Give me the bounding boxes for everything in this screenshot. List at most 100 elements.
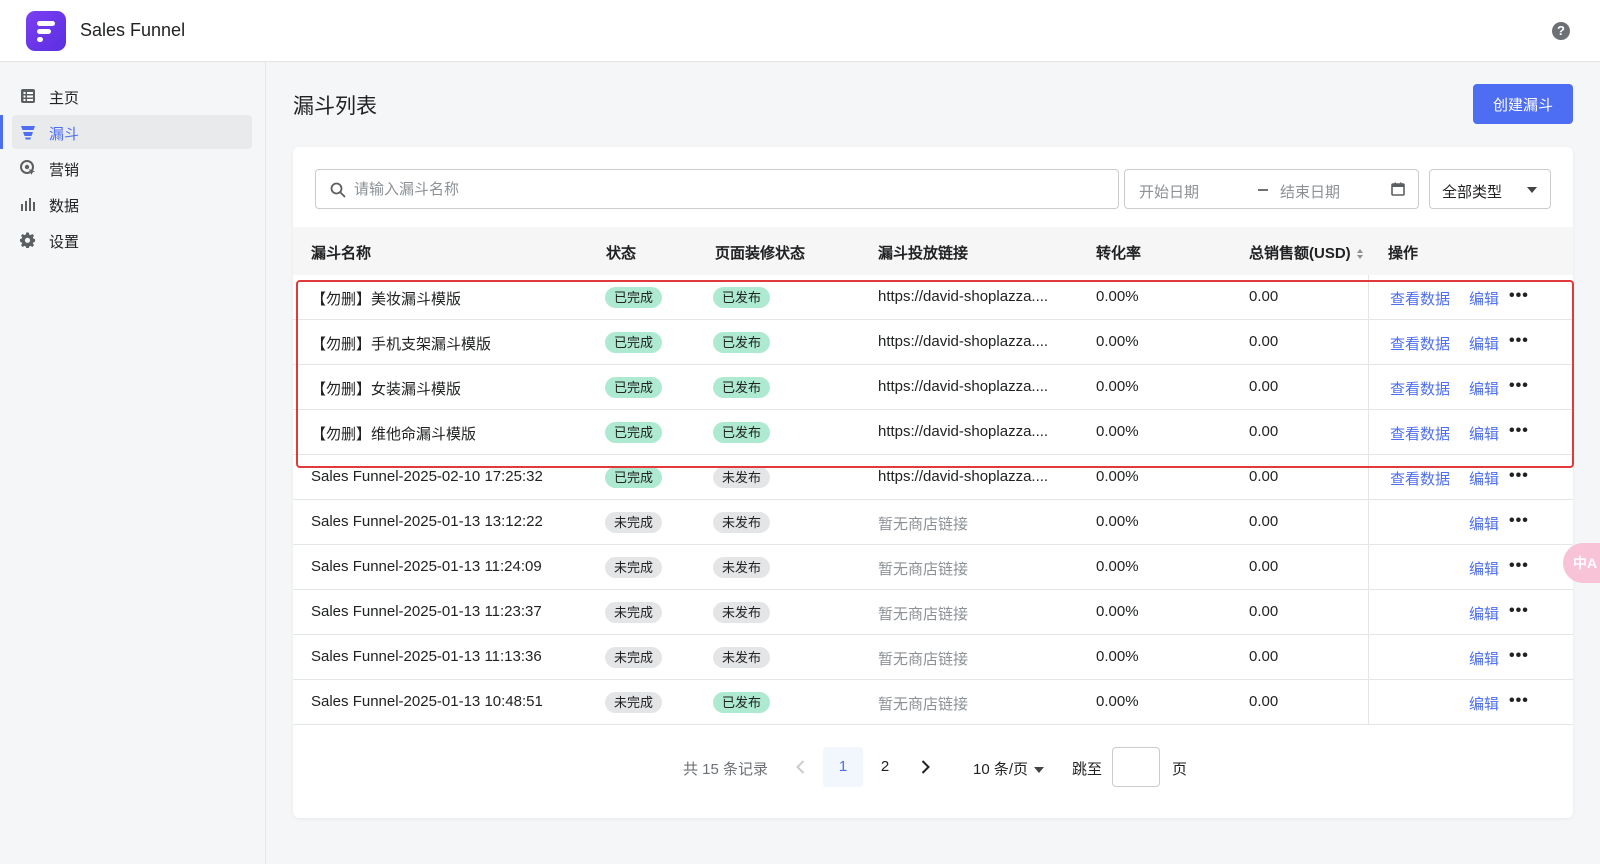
page-status-badge: 未发布	[713, 557, 771, 578]
edit-link[interactable]: 编辑	[1469, 513, 1499, 534]
column-header-page-status: 页面装修状态	[715, 245, 806, 262]
jump-page-input[interactable]	[1112, 747, 1160, 787]
end-date-input[interactable]: 结束日期	[1280, 181, 1340, 202]
status-badge: 未完成	[605, 602, 663, 623]
actions-divider	[1368, 590, 1369, 635]
more-icon[interactable]: •••	[1509, 648, 1529, 664]
page-status-badge: 已发布	[713, 332, 771, 353]
actions-divider	[1368, 320, 1369, 365]
edit-link[interactable]: 编辑	[1469, 423, 1499, 444]
view-data-link[interactable]: 查看数据	[1390, 423, 1450, 444]
column-header-sales-label: 总销售额(USD)	[1249, 245, 1351, 262]
funnel-link[interactable]: https://david-shoplazza....	[878, 288, 1048, 305]
funnel-link[interactable]: https://david-shoplazza....	[878, 468, 1048, 485]
funnel-link[interactable]: https://david-shoplazza....	[878, 333, 1048, 350]
page-status-badge: 未发布	[713, 647, 771, 668]
sidebar-item-settings[interactable]: 设置	[12, 223, 252, 257]
table-row: Sales Funnel-2025-01-13 11:23:37 未完成 未发布 暂无…	[293, 590, 1573, 635]
more-icon[interactable]: •••	[1509, 603, 1529, 619]
edit-link[interactable]: 编辑	[1469, 603, 1499, 624]
type-filter-value: 全部类型	[1442, 184, 1503, 201]
more-icon[interactable]: •••	[1509, 288, 1529, 304]
edit-link[interactable]: 编辑	[1469, 558, 1499, 579]
page-status-badge: 已发布	[713, 692, 771, 713]
actions-divider	[1368, 545, 1369, 590]
conversion-rate: 0.00%	[1096, 423, 1139, 440]
edit-link[interactable]: 编辑	[1469, 288, 1499, 309]
actions-divider	[1368, 365, 1369, 410]
question-circle-icon[interactable]: ?	[1552, 22, 1570, 40]
start-date-input[interactable]: 开始日期	[1139, 181, 1199, 202]
sidebar: 主页 漏斗 营销 数据 设置	[0, 62, 266, 864]
more-icon[interactable]: •••	[1509, 558, 1529, 574]
funnel-link[interactable]: https://david-shoplazza....	[878, 423, 1048, 440]
search-input[interactable]	[354, 170, 1104, 208]
page-button-1[interactable]: 1	[823, 747, 863, 787]
funnel-link[interactable]: https://david-shoplazza....	[878, 378, 1048, 395]
translate-icon[interactable]: 中A	[1563, 543, 1600, 583]
top-bar: Sales Funnel ?	[0, 0, 1600, 62]
date-separator	[1258, 189, 1268, 191]
table-header: 漏斗名称 状态 页面装修状态 漏斗投放链接 转化率 总销售额(USD) 操作	[293, 227, 1573, 275]
page-title: 漏斗列表	[293, 95, 377, 118]
view-data-link[interactable]: 查看数据	[1390, 468, 1450, 489]
page-status-badge: 未发布	[713, 602, 771, 623]
status-badge: 未完成	[605, 647, 663, 668]
chevron-right-icon[interactable]	[915, 757, 935, 777]
sidebar-item-marketing[interactable]: 营销	[12, 151, 252, 185]
column-header-sales[interactable]: 总销售额(USD)	[1249, 242, 1364, 263]
status-badge: 已完成	[605, 467, 663, 488]
app-title: Sales Funnel	[80, 20, 186, 40]
status-badge: 已完成	[605, 422, 663, 443]
status-badge: 已完成	[605, 377, 663, 398]
sidebar-item-home[interactable]: 主页	[12, 79, 252, 113]
sort-icon[interactable]	[1356, 248, 1364, 260]
marketing-icon	[20, 160, 35, 175]
conversion-rate: 0.00%	[1096, 288, 1139, 305]
conversion-rate: 0.00%	[1096, 558, 1139, 575]
view-data-link[interactable]: 查看数据	[1390, 333, 1450, 354]
type-filter-select[interactable]: 全部类型	[1429, 169, 1551, 209]
funnel-name: Sales Funnel-2025-01-13 10:48:51	[311, 693, 543, 710]
more-icon[interactable]: •••	[1509, 468, 1529, 484]
sidebar-item-data[interactable]: 数据	[12, 187, 252, 221]
page-button-2[interactable]: 2	[865, 747, 905, 787]
translate-fab-text: 中A	[1573, 555, 1598, 571]
page-size-select[interactable]: 10 条/页	[973, 758, 1045, 779]
status-badge: 未完成	[605, 557, 663, 578]
edit-link[interactable]: 编辑	[1469, 333, 1499, 354]
total-sales: 0.00	[1249, 288, 1279, 305]
actions-divider	[1368, 680, 1369, 725]
sidebar-item-label: 设置	[49, 234, 80, 251]
column-header-link: 漏斗投放链接	[878, 245, 969, 262]
more-icon[interactable]: •••	[1509, 513, 1529, 529]
date-range-picker[interactable]: 开始日期 结束日期	[1124, 169, 1419, 209]
edit-link[interactable]: 编辑	[1469, 648, 1499, 669]
conversion-rate: 0.00%	[1096, 333, 1139, 350]
edit-link[interactable]: 编辑	[1469, 468, 1499, 489]
more-icon[interactable]: •••	[1509, 423, 1529, 439]
more-icon[interactable]: •••	[1509, 378, 1529, 394]
sidebar-item-label: 漏斗	[49, 126, 80, 143]
funnel-link: 暂无商店链接	[878, 696, 969, 713]
edit-link[interactable]: 编辑	[1469, 693, 1499, 714]
actions-divider	[1368, 500, 1369, 545]
create-funnel-button[interactable]: 创建漏斗	[1473, 84, 1573, 124]
funnel-name: 【勿删】美妆漏斗模版	[311, 291, 462, 308]
funnel-name: Sales Funnel-2025-01-13 11:13:36	[311, 648, 542, 665]
funnel-name: Sales Funnel-2025-01-13 13:12:22	[311, 513, 543, 530]
edit-link[interactable]: 编辑	[1469, 378, 1499, 399]
table-row: Sales Funnel-2025-01-13 11:13:36 未完成 未发布 暂无…	[293, 635, 1573, 680]
sidebar-item-label: 数据	[49, 198, 80, 215]
table-row: 【勿删】手机支架漏斗模版 已完成 已发布 https://david-shoplazz…	[293, 320, 1573, 365]
chevron-left-icon[interactable]	[791, 757, 811, 777]
sidebar-item-funnel[interactable]: 漏斗	[0, 115, 252, 149]
more-icon[interactable]: •••	[1509, 693, 1529, 709]
funnel-name: Sales Funnel-2025-02-10 17:25:32	[311, 468, 543, 485]
view-data-link[interactable]: 查看数据	[1390, 288, 1450, 309]
more-icon[interactable]: •••	[1509, 333, 1529, 349]
funnel-link: 暂无商店链接	[878, 606, 969, 623]
actions-divider	[1368, 275, 1369, 320]
chevron-down-icon	[1527, 187, 1537, 193]
view-data-link[interactable]: 查看数据	[1390, 378, 1450, 399]
